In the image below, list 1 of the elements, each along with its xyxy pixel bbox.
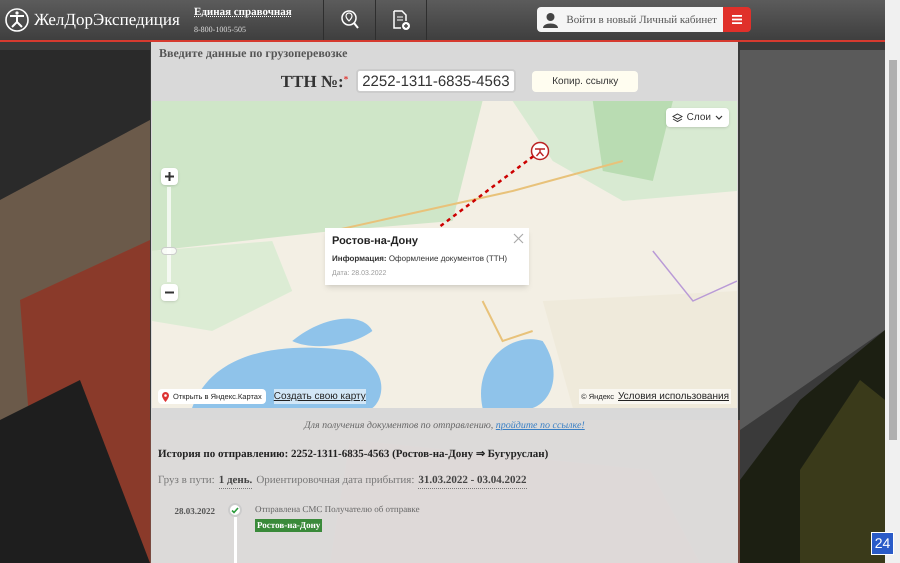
- scrollbar-thumb[interactable]: [888, 60, 896, 440]
